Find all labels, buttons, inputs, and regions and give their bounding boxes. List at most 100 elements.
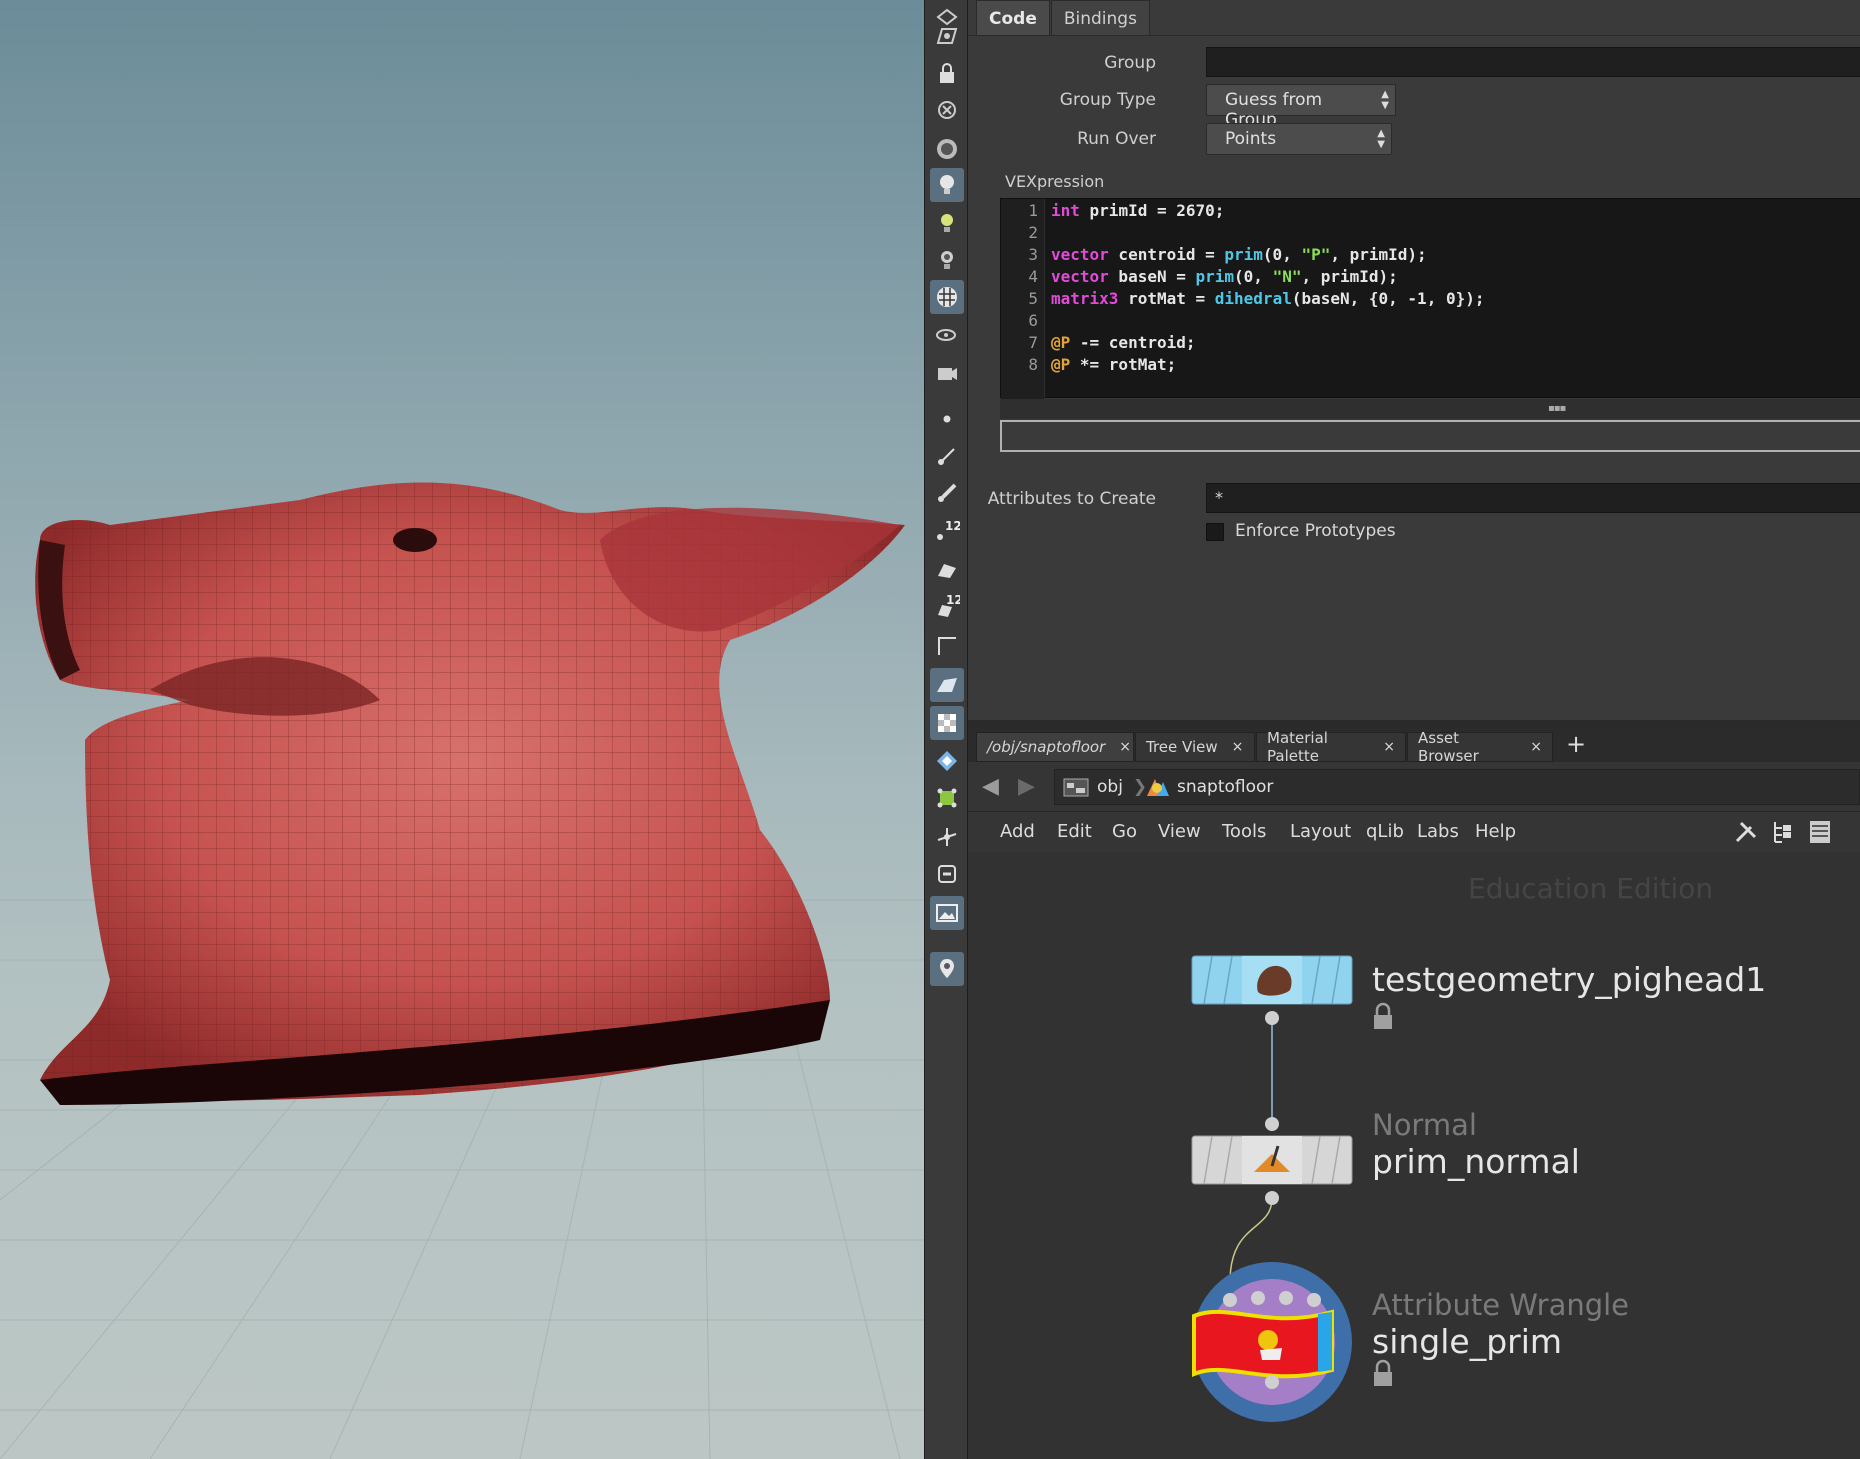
group-type-label: Group Type <box>1059 90 1156 110</box>
point-display-icon[interactable] <box>930 402 964 436</box>
geometry-icon[interactable] <box>930 781 964 815</box>
point-normal-icon[interactable] <box>930 439 964 473</box>
param-attributes-to-create: Attributes to Create * <box>968 483 1860 515</box>
menu-arrows-icon: ▲ ▼ <box>1377 128 1385 150</box>
ghost-icon[interactable] <box>930 94 964 128</box>
obj-context-icon <box>1063 778 1089 797</box>
code-line-4: vector baseN = prim(0, "N", primId); <box>1051 267 1398 286</box>
background-image-icon[interactable] <box>930 896 964 930</box>
enforce-prototypes-label: Enforce Prototypes <box>1235 521 1396 541</box>
pane-divider[interactable] <box>968 720 1860 728</box>
menu-help[interactable]: Help <box>1475 821 1516 842</box>
node-testgeometry-pighead1[interactable] <box>1191 955 1353 1025</box>
camera-icon[interactable] <box>930 318 964 352</box>
param-tabs: Code Bindings <box>976 0 1151 36</box>
close-icon[interactable]: × <box>1530 739 1542 755</box>
group-type-menu[interactable]: Guess from Group ▲ ▼ <box>1206 84 1396 130</box>
node-prim-normal[interactable] <box>1191 1117 1353 1205</box>
close-icon[interactable]: × <box>1119 739 1131 755</box>
breadcrumb-obj[interactable]: obj ❯ <box>1063 776 1147 798</box>
tab-asset-browser[interactable]: Asset Browser × <box>1407 729 1553 765</box>
prim-display-icon[interactable] <box>930 552 964 586</box>
point-numbers-icon[interactable]: 12 <box>930 513 964 547</box>
run-over-value: Points <box>1225 129 1277 149</box>
tab-material-palette[interactable]: Material Palette × <box>1256 729 1406 765</box>
add-tab-icon[interactable]: + <box>1566 730 1586 758</box>
reference-plane-icon[interactable] <box>930 857 964 891</box>
high-quality-light-icon[interactable] <box>930 243 964 277</box>
node-single-prim[interactable] <box>1192 1262 1352 1422</box>
network-editor-canvas[interactable]: Education Edition testgeometry_pighead1 … <box>968 852 1860 1459</box>
code-line-3: vector centroid = prim(0, "P", primId); <box>1051 245 1427 264</box>
breadcrumb-snaptofloor[interactable]: snaptofloor <box>1145 776 1273 798</box>
editor-resize-handle[interactable]: ▪▪▪ <box>1000 399 1860 419</box>
node-type-attribute-wrangle: Attribute Wrangle <box>1372 1288 1630 1322</box>
svg-text:12: 12 <box>946 593 960 607</box>
tab-tree-view[interactable]: Tree View × <box>1135 732 1255 762</box>
line-number-gutter: 1 2 3 4 5 6 7 8 <box>1001 199 1045 399</box>
headlight-icon[interactable] <box>930 168 964 202</box>
tab-network-path[interactable]: /obj/snaptofloor × <box>976 732 1134 762</box>
handle-icon[interactable] <box>930 820 964 854</box>
menu-view[interactable]: View <box>1158 821 1201 842</box>
tab-code[interactable]: Code <box>976 0 1050 36</box>
flipbook-icon[interactable] <box>930 355 964 389</box>
tree-list-icon[interactable] <box>1768 818 1796 846</box>
cook-display-icon[interactable] <box>930 132 964 166</box>
enforce-prototypes-checkbox[interactable] <box>1206 523 1224 541</box>
code-line-1: int primId = 2670; <box>1051 201 1225 220</box>
viewport-3d[interactable] <box>0 0 924 1459</box>
attributes-label: Attributes to Create <box>987 489 1156 509</box>
param-group: Group <box>968 47 1860 79</box>
vex-console-field[interactable] <box>1000 420 1860 452</box>
menu-qlib[interactable]: qLib <box>1366 821 1404 842</box>
code-line-5: matrix3 rotMat = dihedral(baseN, {0, -1,… <box>1051 289 1485 308</box>
list-view-icon[interactable] <box>1806 818 1834 846</box>
breadcrumb-label: snaptofloor <box>1177 777 1274 797</box>
node-name-testgeometry[interactable]: testgeometry_pighead1 <box>1372 960 1766 999</box>
path-bar: ◀ ▶ obj ❯ snaptofloor <box>968 762 1860 812</box>
back-arrow-icon[interactable]: ◀ <box>982 774 999 799</box>
light-bulb-icon[interactable] <box>930 206 964 240</box>
menu-tools[interactable]: Tools <box>1222 821 1266 842</box>
code-line-7: @P -= centroid; <box>1051 333 1196 352</box>
menu-labs[interactable]: Labs <box>1417 821 1459 842</box>
line-number: 7 <box>1028 333 1038 352</box>
tab-label: Tree View <box>1146 738 1218 756</box>
tab-bindings[interactable]: Bindings <box>1050 0 1150 36</box>
menu-go[interactable]: Go <box>1112 821 1137 842</box>
shading-mode-icon[interactable] <box>930 280 964 314</box>
group-label: Group <box>1104 53 1156 73</box>
forward-arrow-icon[interactable]: ▶ <box>1018 774 1035 799</box>
lock-icon[interactable] <box>930 56 964 90</box>
menu-edit[interactable]: Edit <box>1057 821 1092 842</box>
uv-display-icon[interactable] <box>930 744 964 778</box>
group-field[interactable] <box>1206 47 1860 77</box>
tab-label: Material Palette <box>1267 729 1328 765</box>
checker-icon[interactable] <box>930 706 964 740</box>
menu-add[interactable]: Add <box>1000 821 1035 842</box>
network-pane-tabs: /obj/snaptofloor × Tree View × Material Pa… <box>968 728 1860 765</box>
close-icon[interactable]: × <box>1232 739 1244 755</box>
node-name-single-prim[interactable]: single_prim <box>1372 1322 1562 1361</box>
menu-layout[interactable]: Layout <box>1290 821 1351 842</box>
viewport-tool-shelf: 12 12 <box>924 0 968 1459</box>
edge-display-icon[interactable] <box>930 628 964 662</box>
attributes-field[interactable]: * <box>1206 483 1860 513</box>
wrench-icon[interactable] <box>1732 818 1760 846</box>
close-icon[interactable]: × <box>1383 739 1395 755</box>
snapping-icon[interactable] <box>930 952 964 986</box>
lock-icon[interactable] <box>1374 1359 1392 1386</box>
run-over-menu[interactable]: Points ▲ ▼ <box>1206 123 1392 155</box>
line-number: 4 <box>1028 267 1038 286</box>
vex-code-editor[interactable]: 1 2 3 4 5 6 7 8 int primId = 2670; vecto… <box>1000 198 1860 399</box>
point-trail-icon[interactable] <box>930 476 964 510</box>
node-name-prim-normal[interactable]: prim_normal <box>1372 1142 1580 1181</box>
network-path-box: obj ❯ snaptofloor <box>1054 769 1860 805</box>
run-over-label: Run Over <box>1077 129 1156 149</box>
wireframe-icon[interactable] <box>930 668 964 702</box>
vexpression-label: VEXpression <box>1005 172 1105 191</box>
prim-numbers-icon[interactable]: 12 <box>930 589 964 623</box>
lock-icon[interactable] <box>1374 1002 1392 1029</box>
selection-mode-icon[interactable] <box>930 19 964 53</box>
